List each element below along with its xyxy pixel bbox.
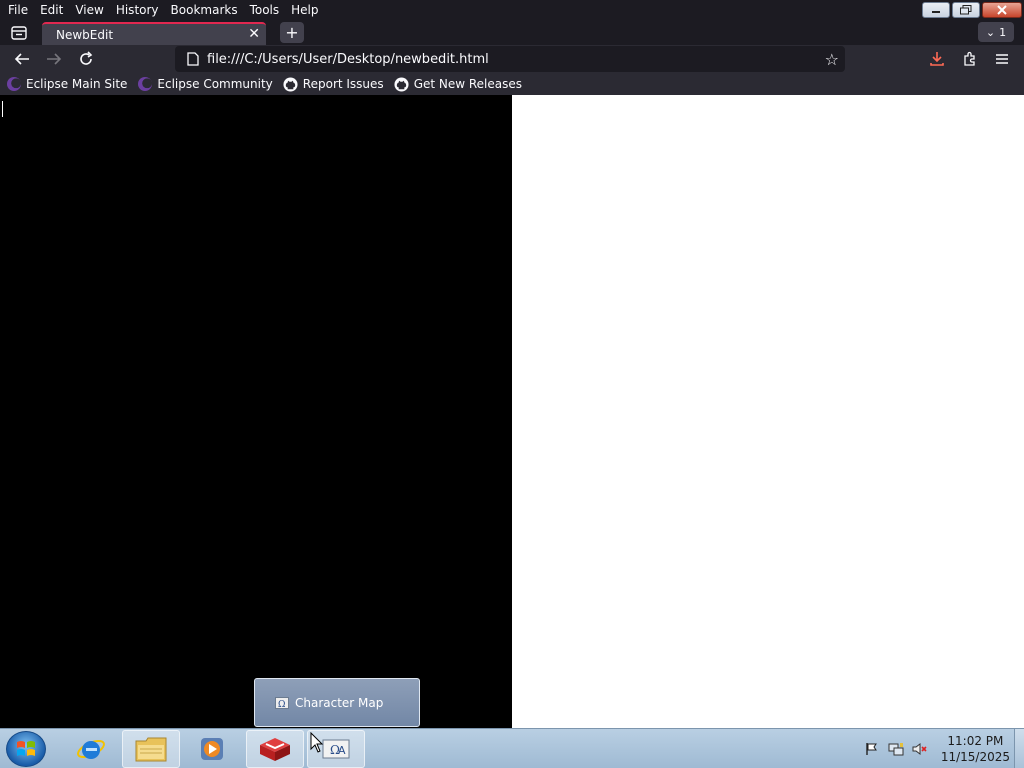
tab-title: NewbEdit xyxy=(56,27,114,42)
svg-text:A: A xyxy=(338,744,346,757)
system-tray: 11:02 PM 11/15/2025 xyxy=(863,729,1010,768)
tab-bar: NewbEdit ✕ + ⌄ 1 xyxy=(0,20,1024,45)
tab-newbedit[interactable]: NewbEdit ✕ xyxy=(42,22,266,45)
windows-logo-icon xyxy=(17,741,35,756)
minimize-button[interactable] xyxy=(922,2,950,18)
bookmark-report-issues[interactable]: Report Issues xyxy=(283,76,384,92)
downloads-button[interactable] xyxy=(925,48,949,70)
forward-arrow-icon xyxy=(47,53,62,65)
system-clock[interactable]: 11:02 PM 11/15/2025 xyxy=(941,733,1010,765)
plus-icon: + xyxy=(285,23,299,42)
bookmark-label: Eclipse Community xyxy=(157,77,273,91)
red-box-app-icon xyxy=(260,738,290,761)
close-icon xyxy=(997,5,1007,15)
media-player-icon xyxy=(201,738,223,760)
navigation-bar: file:///C:/Users/User/Desktop/newbedit.h… xyxy=(0,45,1024,73)
clock-date: 11/15/2025 xyxy=(940,750,1010,764)
menu-file[interactable]: File xyxy=(2,0,34,20)
window-controls xyxy=(922,2,1022,18)
folder-icon xyxy=(135,737,167,762)
bookmark-label: Get New Releases xyxy=(413,77,523,91)
network-icon[interactable] xyxy=(887,741,905,757)
page-content xyxy=(0,95,1024,728)
tab-count-button[interactable]: ⌄ 1 xyxy=(978,22,1014,42)
back-arrow-icon xyxy=(14,53,29,65)
extensions-button[interactable] xyxy=(958,48,982,70)
taskbar-firefox-app[interactable] xyxy=(246,730,304,768)
bookmarks-toolbar: Eclipse Main Site Eclipse Community Repo… xyxy=(0,73,1024,95)
bookmark-star-icon[interactable]: ☆ xyxy=(825,50,839,69)
menu-edit[interactable]: Edit xyxy=(34,0,69,20)
bookmark-eclipse-main-site[interactable]: Eclipse Main Site xyxy=(6,76,127,92)
code-editor-pane[interactable] xyxy=(0,95,512,728)
url-text: file:///C:/Users/User/Desktop/newbedit.h… xyxy=(207,51,489,67)
tab-list-icon xyxy=(11,26,27,40)
action-center-flag-icon[interactable] xyxy=(863,741,881,757)
menu-bar: File Edit View History Bookmarks Tools H… xyxy=(0,0,1024,20)
eclipse-icon xyxy=(6,76,22,92)
bookmark-label: Report Issues xyxy=(302,77,384,91)
taskbar-media-player[interactable] xyxy=(183,730,241,768)
back-button[interactable] xyxy=(10,48,34,70)
puzzle-icon xyxy=(964,51,975,66)
character-map-icon: Ω xyxy=(275,696,289,709)
menu-history[interactable]: History xyxy=(110,0,165,20)
clock-time: 11:02 PM xyxy=(947,734,1004,748)
page-icon xyxy=(183,52,203,66)
github-icon xyxy=(283,76,299,92)
github-icon xyxy=(394,76,410,92)
download-icon xyxy=(930,52,944,66)
popup-label: Character Map xyxy=(295,695,384,710)
chevron-down-icon: ⌄ xyxy=(985,25,996,39)
new-tab-button[interactable]: + xyxy=(280,22,304,43)
menu-tools[interactable]: Tools xyxy=(244,0,286,20)
start-button[interactable] xyxy=(6,731,46,767)
taskbar-file-explorer[interactable] xyxy=(122,730,180,768)
taskbar: Ω A 11:02 PM 11/15/2025 xyxy=(0,728,1024,768)
eclipse-icon xyxy=(137,76,153,92)
show-desktop-button[interactable] xyxy=(1014,729,1024,768)
character-map-icon: Ω A xyxy=(322,739,350,759)
volume-muted-icon[interactable] xyxy=(911,741,929,757)
text-caret xyxy=(2,101,3,117)
menu-bookmarks[interactable]: Bookmarks xyxy=(165,0,244,20)
preview-pane xyxy=(512,95,1024,728)
minimize-icon xyxy=(932,11,940,13)
bookmark-get-new-releases[interactable]: Get New Releases xyxy=(394,76,522,92)
app-menu-button[interactable] xyxy=(990,48,1014,70)
menu-help[interactable]: Help xyxy=(285,0,324,20)
close-window-button[interactable] xyxy=(982,2,1022,18)
reload-icon xyxy=(80,51,93,65)
reload-button[interactable] xyxy=(74,48,98,70)
close-tab-icon[interactable]: ✕ xyxy=(248,26,260,42)
hamburger-icon xyxy=(996,54,1008,64)
address-bar[interactable]: file:///C:/Users/User/Desktop/newbedit.h… xyxy=(175,46,845,72)
list-all-tabs-button[interactable] xyxy=(8,23,30,43)
mouse-cursor-icon xyxy=(310,732,324,753)
restore-button[interactable] xyxy=(952,2,980,18)
character-map-thumbnail-popup[interactable]: Ω Character Map xyxy=(254,678,420,727)
taskbar-internet-explorer[interactable] xyxy=(62,730,120,768)
internet-explorer-icon xyxy=(77,739,105,759)
forward-button[interactable] xyxy=(42,48,66,70)
svg-text:Ω: Ω xyxy=(278,700,285,709)
menu-view[interactable]: View xyxy=(69,0,109,20)
restore-icon xyxy=(960,5,972,15)
bookmark-eclipse-community[interactable]: Eclipse Community xyxy=(137,76,273,92)
tab-count: 1 xyxy=(999,25,1007,39)
bookmark-label: Eclipse Main Site xyxy=(26,77,128,91)
